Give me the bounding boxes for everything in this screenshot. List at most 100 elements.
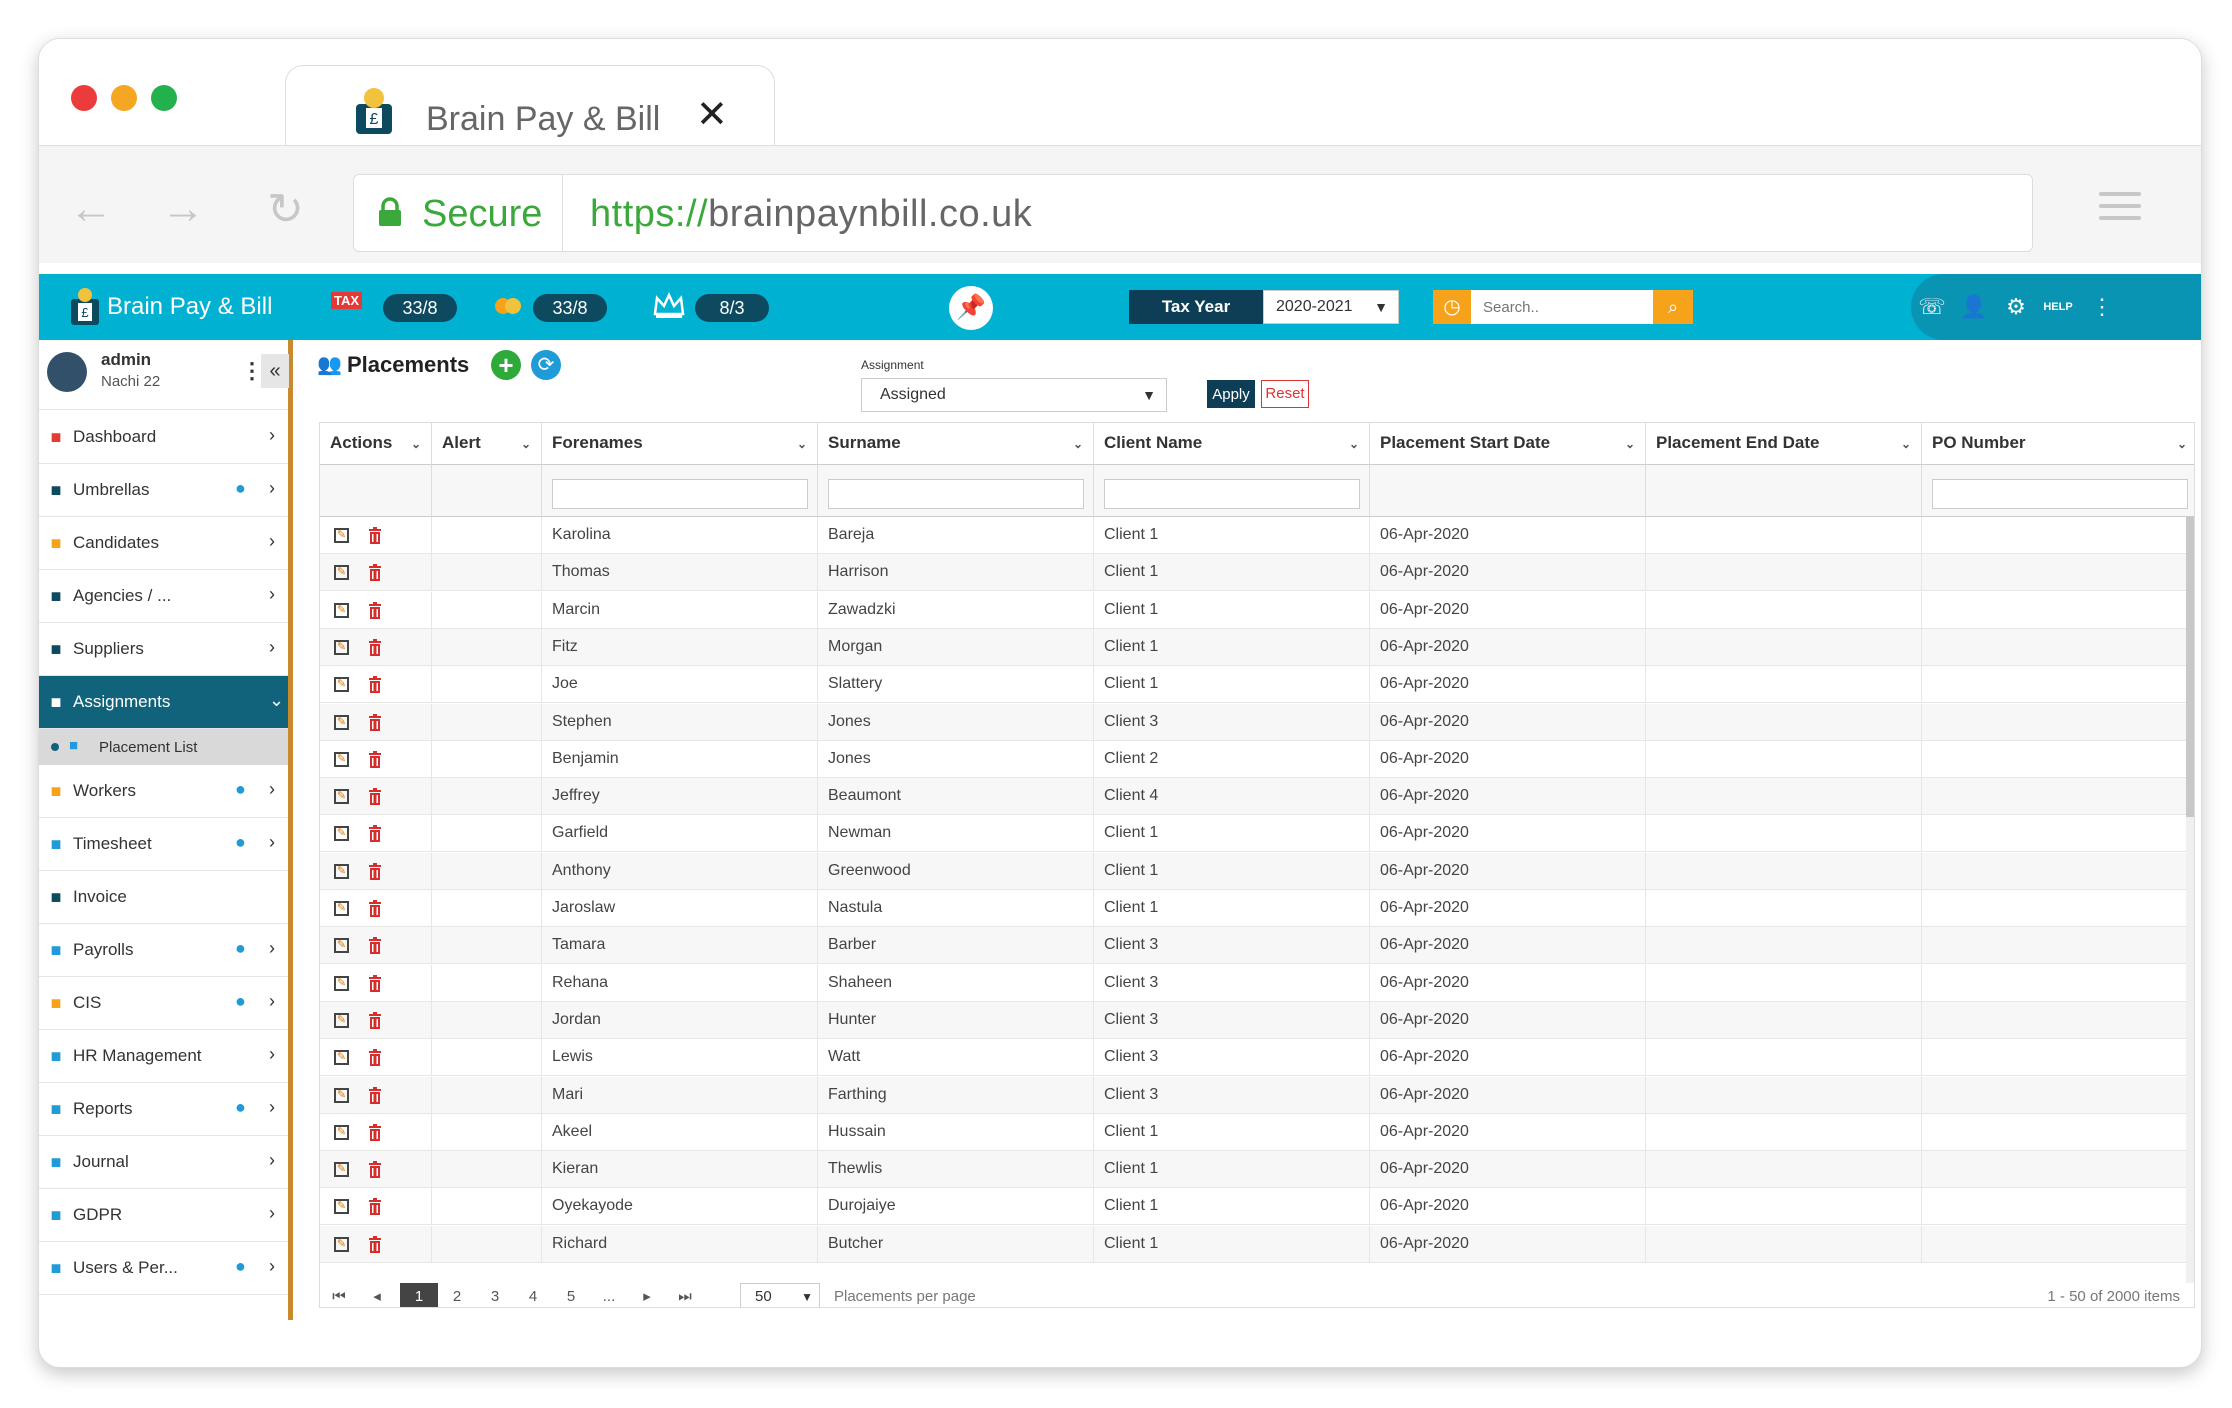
table-row[interactable]: ✎ Akeel Hussain Client 1 06-Apr-2020	[320, 1113, 2194, 1151]
sidebar-item-workers[interactable]: ■ Workers ● ›	[39, 765, 288, 818]
maximize-window-button[interactable]	[151, 85, 177, 111]
search-icon[interactable]: ⌕	[1653, 290, 1693, 324]
delete-icon[interactable]	[368, 1049, 382, 1067]
table-row[interactable]: ✎ Jeffrey Beaumont Client 4 06-Apr-2020	[320, 778, 2194, 816]
user-menu-icon[interactable]: ⋮	[241, 358, 263, 384]
sidebar-item-agencies[interactable]: ■ Agencies / ... ›	[39, 570, 288, 623]
chevron-down-icon[interactable]: ⌄	[521, 437, 531, 451]
edit-icon[interactable]: ✎	[334, 789, 349, 805]
sidebar-item-cis[interactable]: ■ CIS ● ›	[39, 977, 288, 1030]
sidebar-item-suppliers[interactable]: ■ Suppliers ›	[39, 623, 288, 676]
sidebar-item-payrolls[interactable]: ■ Payrolls ● ›	[39, 924, 288, 977]
browser-tab[interactable]: £ Brain Pay & Bill ✕	[285, 65, 775, 155]
table-row[interactable]: ✎ Joe Slattery Client 1 06-Apr-2020	[320, 666, 2194, 704]
sidebar-item-candidates[interactable]: ■ Candidates ›	[39, 517, 288, 570]
edit-icon[interactable]: ✎	[334, 565, 349, 581]
delete-icon[interactable]	[368, 937, 382, 955]
forward-icon[interactable]: →	[161, 184, 205, 234]
table-row[interactable]: ✎ Jordan Hunter Client 3 06-Apr-2020	[320, 1001, 2194, 1039]
edit-icon[interactable]: ✎	[334, 751, 349, 767]
chevron-down-icon[interactable]: ⌄	[1901, 437, 1911, 451]
delete-icon[interactable]	[368, 564, 382, 582]
chevron-down-icon[interactable]: ⌄	[1349, 437, 1359, 451]
page-button[interactable]: 5	[552, 1283, 590, 1307]
column-header[interactable]: Placement End Date ⌄	[1646, 423, 1922, 465]
apply-button[interactable]: Apply	[1207, 380, 1255, 408]
edit-icon[interactable]: ✎	[334, 639, 349, 655]
sidebar-item-users-per[interactable]: ■ Users & Per... ● ›	[39, 1242, 288, 1295]
table-row[interactable]: ✎ Rehana Shaheen Client 3 06-Apr-2020	[320, 964, 2194, 1002]
page-button[interactable]: 2	[438, 1283, 476, 1307]
sidebar-item-assignments[interactable]: ■ Assignments ⌄	[39, 676, 288, 729]
edit-icon[interactable]: ✎	[334, 826, 349, 842]
pin-icon[interactable]: 📌	[949, 286, 993, 330]
support-icon[interactable]: ☏	[1917, 292, 1947, 322]
delete-icon[interactable]	[368, 825, 382, 843]
assignment-select[interactable]: Assigned ▼	[861, 378, 1167, 412]
kebab-menu-icon[interactable]: ⋮	[2087, 292, 2117, 322]
first-page-icon[interactable]: ⏮	[324, 1283, 354, 1307]
tab-close-icon[interactable]: ✕	[696, 92, 728, 137]
reload-icon[interactable]: ↻	[267, 184, 304, 235]
coins-counter[interactable]: 33/8	[533, 294, 607, 322]
table-row[interactable]: ✎ Stephen Jones Client 3 06-Apr-2020	[320, 703, 2194, 741]
column-filter-input[interactable]	[1932, 479, 2188, 509]
sidebar-item-dashboard[interactable]: ■ Dashboard ›	[39, 411, 288, 464]
back-icon[interactable]: ←	[69, 184, 113, 234]
edit-icon[interactable]: ✎	[334, 975, 349, 991]
edit-icon[interactable]: ✎	[334, 714, 349, 730]
sidebar-item-journal[interactable]: ■ Journal ›	[39, 1136, 288, 1189]
profile-icon[interactable]: 👤	[1959, 292, 1989, 322]
sidebar-item-umbrellas[interactable]: ■ Umbrellas ● ›	[39, 464, 288, 517]
table-row[interactable]: ✎ Marcin Zawadzki Client 1 06-Apr-2020	[320, 591, 2194, 629]
clock-icon[interactable]: ◷	[1433, 290, 1471, 324]
column-header[interactable]: Client Name ⌄	[1094, 423, 1370, 465]
chevron-down-icon[interactable]: ⌄	[411, 437, 421, 451]
help-icon[interactable]: HELP	[2043, 292, 2073, 322]
delete-icon[interactable]	[368, 788, 382, 806]
sidebar-item-gdpr[interactable]: ■ GDPR ›	[39, 1189, 288, 1242]
table-row[interactable]: ✎ Anthony Greenwood Client 1 06-Apr-2020	[320, 852, 2194, 890]
table-row[interactable]: ✎ Oyekayode Durojaiye Client 1 06-Apr-2020	[320, 1188, 2194, 1226]
column-header[interactable]: Placement Start Date ⌄	[1370, 423, 1646, 465]
edit-icon[interactable]: ✎	[334, 938, 349, 954]
column-header[interactable]: Actions ⌄	[320, 423, 432, 465]
edit-icon[interactable]: ✎	[334, 528, 349, 543]
delete-icon[interactable]	[368, 676, 382, 694]
sidebar-item-invoice[interactable]: ■ Invoice	[39, 871, 288, 924]
edit-icon[interactable]: ✎	[334, 863, 349, 879]
delete-icon[interactable]	[368, 638, 382, 656]
delete-icon[interactable]	[368, 1161, 382, 1179]
page-button[interactable]: 3	[476, 1283, 514, 1307]
table-row[interactable]: ✎ Garfield Newman Client 1 06-Apr-2020	[320, 815, 2194, 853]
collapse-sidebar-icon[interactable]: «	[261, 354, 289, 388]
search-input[interactable]	[1471, 290, 1653, 324]
column-filter-input[interactable]	[552, 479, 808, 509]
edit-icon[interactable]: ✎	[334, 1012, 349, 1028]
edit-icon[interactable]: ✎	[334, 1162, 349, 1178]
table-row[interactable]: ✎ Richard Butcher Client 1 06-Apr-2020	[320, 1225, 2194, 1263]
delete-icon[interactable]	[368, 750, 382, 768]
sidebar-item-hr-management[interactable]: ■ HR Management ›	[39, 1030, 288, 1083]
prev-page-icon[interactable]: ◂	[362, 1283, 392, 1307]
edit-icon[interactable]: ✎	[334, 1124, 349, 1140]
edit-icon[interactable]: ✎	[334, 602, 349, 618]
sidebar-subitem-placement-list[interactable]: ■ Placement List	[39, 729, 288, 765]
table-row[interactable]: ✎ Thomas Harrison Client 1 06-Apr-2020	[320, 554, 2194, 592]
delete-icon[interactable]	[368, 1123, 382, 1141]
sidebar-item-reports[interactable]: ■ Reports ● ›	[39, 1083, 288, 1136]
url-field[interactable]: Secure https://brainpaynbill.co.uk	[353, 174, 2033, 252]
table-row[interactable]: ✎ Kieran Thewlis Client 1 06-Apr-2020	[320, 1151, 2194, 1189]
table-row[interactable]: ✎ Benjamin Jones Client 2 06-Apr-2020	[320, 740, 2194, 778]
edit-icon[interactable]: ✎	[334, 901, 349, 916]
delete-icon[interactable]	[368, 974, 382, 992]
grid-scrollbar[interactable]	[2186, 517, 2194, 1283]
chevron-down-icon[interactable]: ⌄	[2177, 437, 2187, 451]
edit-icon[interactable]: ✎	[334, 1236, 349, 1252]
next-page-icon[interactable]: ▸	[632, 1283, 662, 1307]
page-button[interactable]: ...	[590, 1283, 628, 1307]
gear-icon[interactable]: ⚙	[2001, 292, 2031, 322]
tax-counter[interactable]: 33/8	[383, 294, 457, 322]
delete-icon[interactable]	[368, 900, 382, 917]
tax-year-select[interactable]: 2020-2021 ▼	[1263, 290, 1399, 324]
